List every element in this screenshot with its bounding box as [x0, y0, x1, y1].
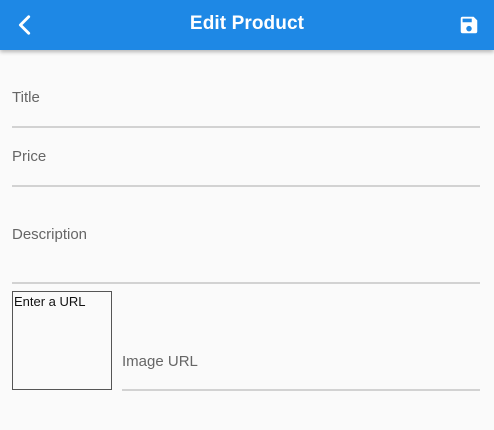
title-input[interactable] — [12, 108, 480, 126]
image-preview-box: Enter a URL — [12, 291, 112, 390]
description-underline — [12, 282, 480, 284]
title-field-label: Title — [12, 89, 40, 106]
floppy-disk-icon — [460, 16, 478, 34]
price-input[interactable] — [12, 167, 480, 185]
image-url-underline — [122, 389, 480, 391]
image-url-field[interactable]: Image URL — [122, 346, 480, 391]
image-preview-placeholder: Enter a URL — [14, 294, 86, 309]
price-field-label: Price — [12, 148, 47, 165]
description-field[interactable]: Description — [12, 219, 480, 284]
price-underline — [12, 185, 480, 187]
image-url-field-label: Image URL — [122, 353, 198, 370]
price-field[interactable]: Price — [12, 141, 480, 187]
title-field[interactable]: Title — [12, 82, 480, 128]
app-bar: Edit Product — [0, 0, 494, 50]
save-button[interactable] — [450, 6, 488, 44]
title-underline — [12, 126, 480, 128]
description-input[interactable] — [12, 249, 480, 279]
image-url-input[interactable] — [122, 370, 480, 388]
description-field-label: Description — [12, 226, 88, 243]
page-title: Edit Product — [189, 13, 305, 34]
